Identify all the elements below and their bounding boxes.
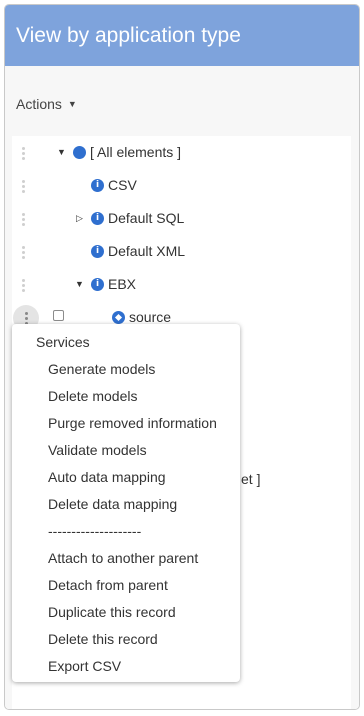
row-checkbox[interactable] [53, 310, 64, 321]
services-context-menu: Services Generate models Delete models P… [12, 324, 240, 682]
menu-item-export-csv[interactable]: Export CSV [12, 653, 240, 680]
collapsed-triangle-icon[interactable]: ▷ [76, 213, 83, 224]
actions-button[interactable]: Actions ▼ [16, 96, 77, 112]
drag-handle-icon[interactable] [21, 245, 25, 259]
menu-item-delete-this-record[interactable]: Delete this record [12, 626, 240, 653]
tree-item-label: EBX [108, 276, 137, 292]
menu-item-purge-removed-information[interactable]: Purge removed information [12, 410, 240, 437]
tree-row-ebx[interactable]: ▼ i EBX [12, 272, 351, 298]
drag-handle-icon[interactable] [21, 179, 25, 193]
tree-row-csv[interactable]: i CSV [12, 173, 351, 199]
caret-down-icon: ▼ [67, 99, 77, 109]
page-title: View by application type [16, 24, 241, 47]
menu-item-detach-from-parent[interactable]: Detach from parent [12, 572, 240, 599]
tree-row-all-elements[interactable]: ▼ [ All elements ] [12, 140, 351, 166]
tree-item-label: Default XML [108, 243, 186, 259]
tree-item-label: CSV [108, 177, 137, 193]
menu-item-validate-models[interactable]: Validate models [12, 437, 240, 464]
expanded-triangle-icon[interactable]: ▼ [57, 147, 66, 157]
info-icon: i [91, 278, 104, 291]
info-icon: i [91, 212, 104, 225]
menu-item-duplicate-this-record[interactable]: Duplicate this record [12, 599, 240, 626]
tree-item-label: source [129, 309, 172, 325]
info-icon: i [91, 245, 104, 258]
tree-row-default-sql[interactable]: ▷ i Default SQL [12, 206, 351, 232]
panel-header: View by application type [5, 5, 359, 66]
tree-row-default-xml[interactable]: i Default XML [12, 239, 351, 265]
drag-handle-icon[interactable] [21, 212, 25, 226]
menu-item-attach-to-another-parent[interactable]: Attach to another parent [12, 545, 240, 572]
menu-item-delete-models[interactable]: Delete models [12, 383, 240, 410]
menu-item-delete-data-mapping[interactable]: Delete data mapping [12, 491, 240, 518]
menu-title: Services [36, 334, 90, 350]
drag-handle-icon[interactable] [21, 146, 25, 160]
menu-separator: -------------------- [48, 523, 142, 539]
diamond-icon [112, 311, 125, 324]
expanded-triangle-icon[interactable]: ▼ [75, 279, 84, 289]
dot-icon [73, 146, 86, 159]
drag-handle-icon[interactable] [21, 278, 25, 292]
menu-item-auto-data-mapping[interactable]: Auto data mapping [12, 464, 240, 491]
actions-label: Actions [16, 96, 62, 112]
tree-item-label: Default SQL [108, 210, 185, 226]
tree-item-label: et ] [241, 471, 261, 487]
info-icon: i [91, 179, 104, 192]
menu-item-generate-models[interactable]: Generate models [12, 356, 240, 383]
tree-item-label: [ All elements ] [90, 144, 182, 160]
